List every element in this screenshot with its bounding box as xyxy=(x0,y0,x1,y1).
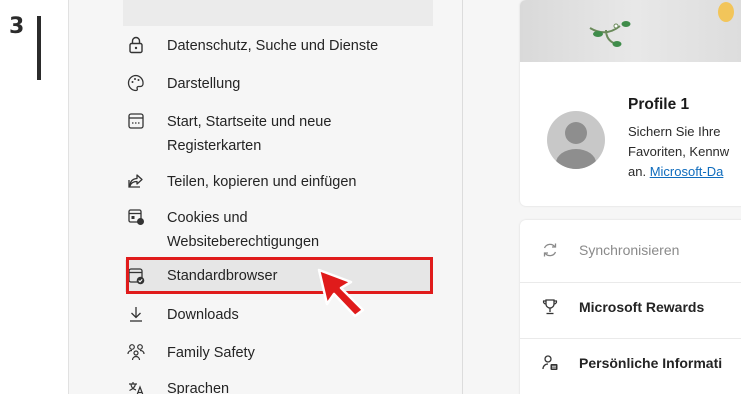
language-icon xyxy=(125,377,147,394)
step-number: 3 xyxy=(9,14,25,39)
sidebar-item-family-safety[interactable]: Family Safety xyxy=(125,341,431,365)
sidebar-item-share[interactable]: Teilen, kopieren und einfügen xyxy=(125,170,431,194)
sidebar-item-label-line2: Websiteberechtigungen xyxy=(167,234,320,250)
lock-icon xyxy=(125,34,147,56)
sidebar-top-item[interactable] xyxy=(123,0,433,26)
profile-desc-line: Sichern Sie Ihre xyxy=(628,124,721,139)
profile-description: Sichern Sie Ihre Favoriten, Kennw an. Mi… xyxy=(628,122,741,182)
sidebar-item-privacy[interactable]: Datenschutz, Suche und Dienste xyxy=(125,34,431,58)
sidebar-item-label: Start, Startseite und neue xyxy=(167,114,332,130)
sidebar-item-label: Darstellung xyxy=(167,76,241,92)
trophy-icon xyxy=(539,296,561,318)
profile-banner xyxy=(520,0,741,62)
sidebar-item-label: Sprachen xyxy=(167,381,230,394)
microsoft-account-link[interactable]: Microsoft-Da xyxy=(650,164,724,179)
sidebar-item-label: Teilen, kopieren und einfügen xyxy=(167,174,357,190)
sidebar-item-label: Datenschutz, Suche und Dienste xyxy=(167,38,379,54)
step-bar xyxy=(37,16,41,80)
sidebar-item-downloads[interactable]: Downloads xyxy=(125,303,431,327)
sync-label: Synchronisieren xyxy=(579,242,680,258)
rewards-label: Microsoft Rewards xyxy=(579,299,705,315)
cookies-icon xyxy=(125,206,147,228)
personal-info-icon xyxy=(539,352,561,374)
palette-icon xyxy=(125,72,147,94)
share-icon xyxy=(125,170,147,192)
pointer-arrow-icon xyxy=(317,268,365,318)
sidebar-item-label-line2: Registerkarten xyxy=(167,138,262,154)
sidebar-item-cookies[interactable]: Cookies und Websiteberechtigungen xyxy=(125,206,431,254)
profile-desc-prefix: an. xyxy=(628,164,650,179)
sidebar-item-appearance[interactable]: Darstellung xyxy=(125,72,431,96)
personal-info-row[interactable]: Persönliche Informati xyxy=(520,338,741,387)
sync-row[interactable]: Synchronisieren xyxy=(520,226,741,274)
sidebar-item-languages[interactable]: Sprachen xyxy=(125,377,431,394)
profile-desc-line: an. Microsoft-Da xyxy=(628,162,741,182)
profile-desc-line: Favoriten, Kennw xyxy=(628,144,730,159)
download-icon xyxy=(125,303,147,325)
avatar[interactable] xyxy=(547,111,605,169)
power-tab-icon xyxy=(125,110,147,132)
sidebar-item-label: Downloads xyxy=(167,307,239,323)
rewards-row[interactable]: Microsoft Rewards xyxy=(520,282,741,331)
sync-icon xyxy=(539,239,561,261)
sidebar-item-startup[interactable]: Start, Startseite und neue Registerkarte… xyxy=(125,110,431,158)
profile-options-card: Synchronisieren Microsoft Rewards Persön… xyxy=(520,220,741,394)
sidebar-item-label: Cookies und xyxy=(167,210,248,226)
settings-sidebar: Datenschutz, Suche und Dienste Darstellu… xyxy=(69,0,463,394)
family-icon xyxy=(125,341,147,363)
highlight-box xyxy=(126,257,433,294)
profile-name: Profile 1 xyxy=(628,96,690,113)
sidebar-item-label: Family Safety xyxy=(167,345,255,361)
profile-card: Profile 1 Sichern Sie Ihre Favoriten, Ke… xyxy=(520,0,741,206)
personal-info-label: Persönliche Informati xyxy=(579,355,723,371)
settings-window: Datenschutz, Suche und Dienste Darstellu… xyxy=(68,0,741,394)
profile-pane: Profile 1 Sichern Sie Ihre Favoriten, Ke… xyxy=(520,0,741,394)
